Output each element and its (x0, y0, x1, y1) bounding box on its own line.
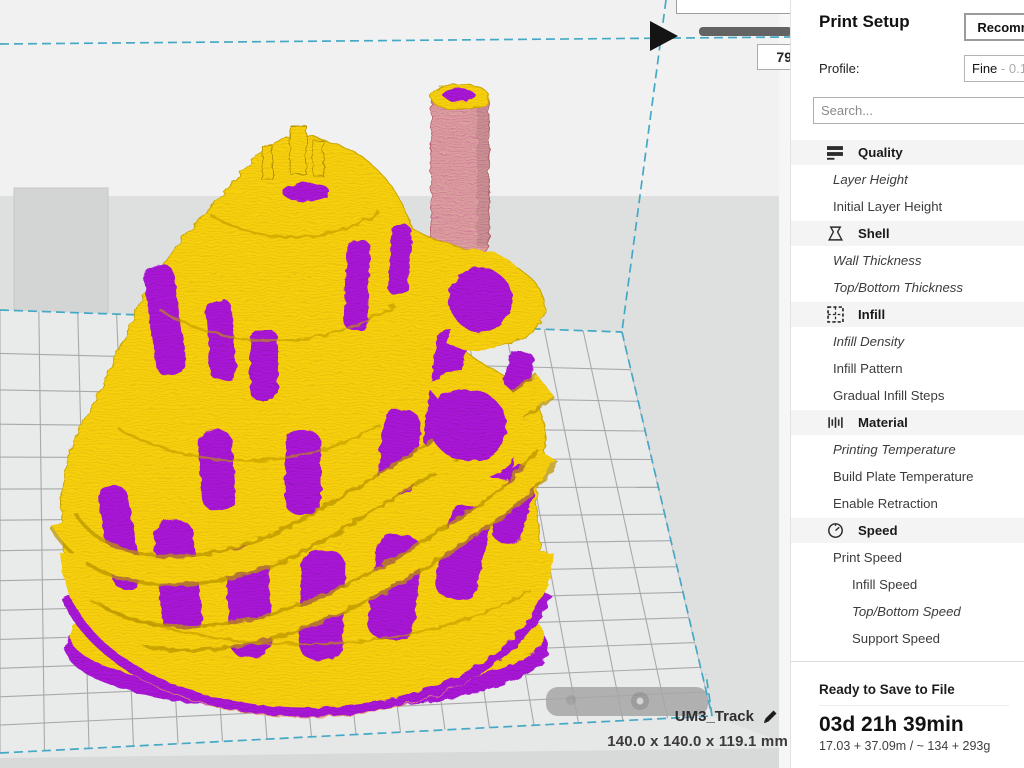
print-time-estimate: 03d 21h 39min (819, 713, 1024, 737)
section-header-material[interactable]: Material (791, 410, 1024, 435)
recommended-mode-button[interactable]: Recommended (964, 13, 1024, 41)
profile-value-suffix: - 0.1 (997, 61, 1024, 76)
material-estimate: 17.03 + 37.09m / ~ 134 + 293g (819, 739, 1024, 753)
settings-list: Quality Layer HeightInitial Layer Height S… (791, 139, 1024, 652)
cura-window: 79 UM3_Track 140.0 x 140.0 x 119.1 mm Pr… (0, 0, 1024, 768)
section-header-infill[interactable]: Infill (791, 302, 1024, 327)
quality-icon (827, 144, 844, 161)
setting-initial-layer-height[interactable]: Initial Layer Height (791, 193, 1024, 220)
setting-printing-temperature[interactable]: Printing Temperature (791, 436, 1024, 463)
material-icon (827, 414, 844, 431)
prime-tower[interactable] (431, 84, 489, 250)
model-name-label[interactable]: UM3_Track (675, 708, 754, 725)
setting-top-bottom-speed[interactable]: Top/Bottom Speed (791, 598, 1024, 625)
setting-infill-density[interactable]: Infill Density (791, 328, 1024, 355)
setting-build-plate-temperature[interactable]: Build Plate Temperature (791, 463, 1024, 490)
play-button[interactable] (650, 21, 678, 51)
rename-pencil-icon[interactable] (760, 707, 780, 727)
setting-wall-thickness[interactable]: Wall Thickness (791, 247, 1024, 274)
panel-gap-strip (779, 0, 790, 768)
shell-icon (827, 225, 844, 242)
speed-icon (827, 522, 844, 539)
layer-number-input[interactable]: 79 (757, 44, 790, 70)
setting-top-bottom-thickness[interactable]: Top/Bottom Thickness (791, 274, 1024, 301)
section-label: Material (858, 415, 908, 430)
section-label: Shell (858, 226, 890, 241)
section-header-speed[interactable]: Speed (791, 518, 1024, 543)
setting-print-speed[interactable]: Print Speed (791, 544, 1024, 571)
section-label: Infill (858, 307, 885, 322)
section-label: Speed (858, 523, 898, 538)
section-header-quality[interactable]: Quality (791, 140, 1024, 165)
section-header-shell[interactable]: Shell (791, 221, 1024, 246)
3d-viewport[interactable]: 79 UM3_Track 140.0 x 140.0 x 119.1 mm (0, 0, 790, 768)
profile-label: Profile: (819, 61, 859, 76)
print-setup-panel: Print Setup Recommended Profile: Fine - … (790, 0, 1024, 768)
setting-gradual-infill-steps[interactable]: Gradual Infill Steps (791, 382, 1024, 409)
setting-infill-speed[interactable]: Infill Speed (791, 571, 1024, 598)
setting-enable-retraction[interactable]: Enable Retraction (791, 490, 1024, 517)
scene-canvas[interactable] (0, 0, 790, 768)
status-divider (819, 705, 1009, 706)
model-dimensions-label: 140.0 x 140.0 x 119.1 mm (607, 733, 788, 750)
settings-search-input[interactable] (813, 97, 1024, 124)
layer-slider-track-top[interactable] (676, 0, 790, 14)
profile-dropdown[interactable]: Fine - 0.1 (964, 55, 1024, 82)
layer-slider[interactable] (699, 27, 790, 36)
status-ready-text: Ready to Save to File (819, 682, 1024, 697)
setting-layer-height[interactable]: Layer Height (791, 166, 1024, 193)
panel-title: Print Setup (819, 12, 910, 32)
setting-support-speed[interactable]: Support Speed (791, 625, 1024, 652)
profile-value: Fine (972, 61, 997, 76)
infill-icon (827, 306, 844, 323)
job-status-block: Ready to Save to File 03d 21h 39min 17.0… (791, 661, 1024, 753)
section-label: Quality (858, 145, 903, 160)
setting-infill-pattern[interactable]: Infill Pattern (791, 355, 1024, 382)
